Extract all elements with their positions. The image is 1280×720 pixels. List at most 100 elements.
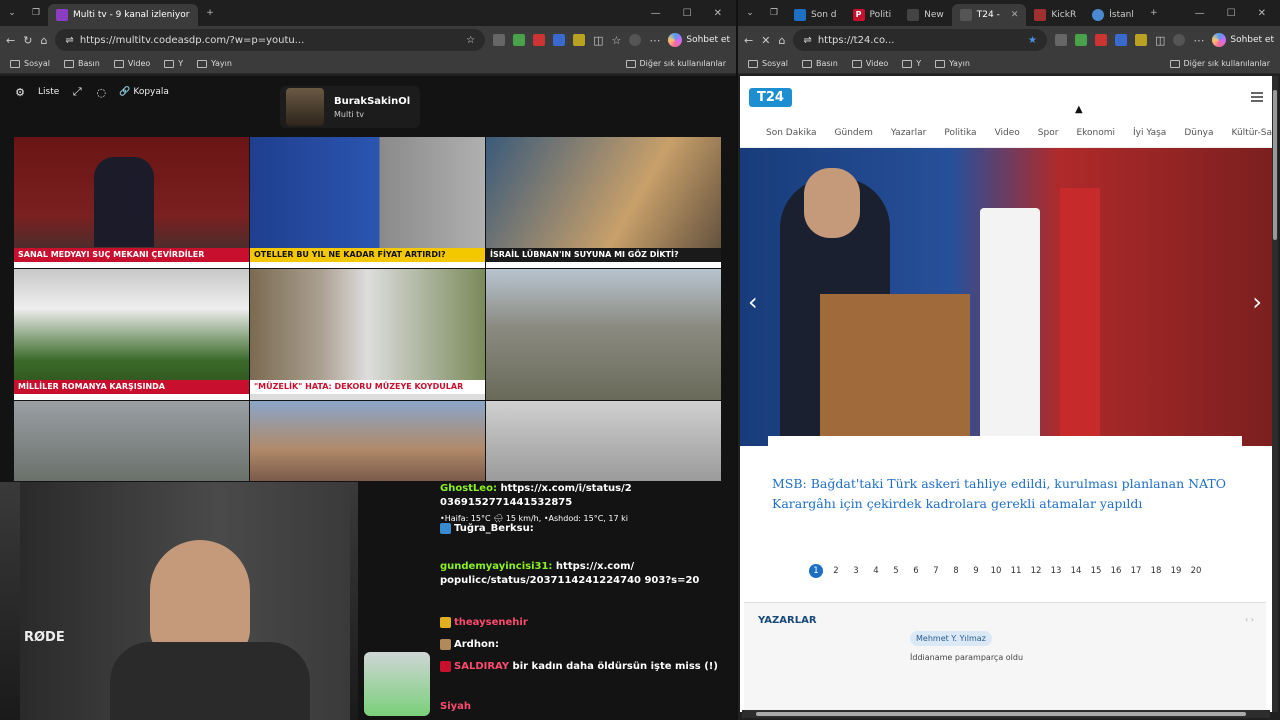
author-article[interactable]: İddianame paramparça oldu [910,653,1023,662]
workspaces-icon[interactable]: ❐ [24,8,48,18]
authors-carousel-arrows-icon[interactable]: ‹ › [1245,615,1254,624]
copy-button[interactable]: 🔗 Kopyala [119,87,169,97]
channel-card[interactable]: BurakSakinOl Multi tv [280,86,420,128]
nav-item[interactable]: Gündem [835,128,873,138]
fullscreen-icon[interactable]: ⤢ [71,85,83,98]
bookmark-folder[interactable]: Sosyal [10,59,50,68]
page-dot[interactable]: 3 [846,564,866,578]
page-dot[interactable]: 7 [926,564,946,578]
window-close-icon[interactable]: ✕ [714,8,722,19]
tab-kick[interactable]: KickR [1026,4,1084,26]
extension-icon[interactable] [1054,34,1067,46]
video-tile[interactable]: MİLLİLER ROMANYA KARŞISINDA [14,269,249,400]
back-icon[interactable]: ← [6,34,15,47]
extension-icon[interactable] [533,34,546,46]
favorites-icon[interactable]: ☆ [611,34,621,47]
maximize-icon[interactable]: ☐ [683,8,692,19]
close-tab-icon[interactable]: ✕ [1011,10,1019,20]
extension-icon[interactable] [1134,34,1147,46]
split-screen-icon[interactable]: ◫ [593,34,603,47]
scrollbar-thumb[interactable] [756,712,1246,716]
profile-avatar[interactable] [1173,34,1186,46]
minimize-icon[interactable]: — [651,8,661,19]
window-close-icon[interactable]: ✕ [1258,8,1266,19]
extension-icon[interactable] [1094,34,1107,46]
bookmark-folder[interactable]: Video [113,59,150,68]
bookmark-folder[interactable]: Basın [802,59,838,68]
tab-son-dakika[interactable]: Son d [786,4,845,26]
hamburger-menu-icon[interactable] [1251,92,1263,102]
extension-icon[interactable] [553,34,566,46]
video-tile[interactable]: OTELLER BU YIL NE KADAR FİYAT ARTIRDI? [250,137,485,268]
tab-politika[interactable]: P Politi [845,4,900,26]
nav-item[interactable]: Dünya [1184,128,1213,138]
nav-item[interactable]: Kültür-Sanat [1232,128,1272,138]
site-logo[interactable]: T24 [749,87,792,107]
video-tile[interactable] [250,401,485,481]
page-dot[interactable]: 14 [1066,564,1086,578]
nav-item[interactable]: Spor [1038,128,1059,138]
page-dot[interactable]: 1 [809,564,823,578]
copilot-chat-button[interactable]: Sohbet et [1212,33,1274,47]
page-dot[interactable]: 10 [986,564,1006,578]
site-info-icon[interactable]: ⇌ [803,35,811,46]
page-dot[interactable]: 20 [1186,564,1206,578]
other-favorites[interactable]: Diğer sık kullanılanlar [1169,59,1270,68]
vertical-scrollbar[interactable] [1272,76,1278,712]
minimize-icon[interactable]: — [1195,8,1205,19]
carousel-next-icon[interactable]: › [1252,288,1262,316]
nav-item[interactable]: Ekonomi [1076,128,1115,138]
new-tab-icon[interactable]: + [198,8,222,18]
bookmark-folder[interactable]: Yayın [935,59,970,68]
page-dot[interactable]: 12 [1026,564,1046,578]
nav-item[interactable]: Video [995,128,1020,138]
page-dot[interactable]: 13 [1046,564,1066,578]
workspaces-icon[interactable]: ❐ [762,8,786,18]
page-dot[interactable]: 17 [1126,564,1146,578]
bookmark-folder[interactable]: Y [164,59,183,68]
video-tile[interactable]: SANAL MEDYAYI SUÇ MEKANI ÇEVİRDİLER [14,137,249,268]
reload-icon[interactable]: ↻ [23,34,32,47]
extension-icon[interactable] [513,34,526,46]
settings-icon[interactable]: ⚙ [14,86,26,99]
page-dot[interactable]: 16 [1106,564,1126,578]
hero-image[interactable]: ‹ › [740,148,1272,446]
profile-avatar[interactable] [629,34,642,46]
page-dot[interactable]: 19 [1166,564,1186,578]
page-dot[interactable]: 4 [866,564,886,578]
home-icon[interactable]: ⌂ [778,34,785,47]
other-favorites[interactable]: Diğer sık kullanılanlar [625,59,726,68]
nav-item[interactable]: İyi Yaşa [1133,128,1166,138]
tab-menu-icon[interactable]: ⌄ [0,8,24,18]
new-tab-icon[interactable]: + [1142,8,1166,18]
page-dot[interactable]: 9 [966,564,986,578]
extension-icon[interactable] [1114,34,1127,46]
bookmark-folder[interactable]: Sosyal [748,59,788,68]
home-icon[interactable]: ⌂ [40,34,47,47]
nav-item[interactable]: Yazarlar [891,128,926,138]
nav-item[interactable]: Son Dakika [766,128,817,138]
tab-multitv[interactable]: Multi tv - 9 kanal izleniyor ✕ [48,4,198,26]
page-dot[interactable]: 2 [826,564,846,578]
carousel-prev-icon[interactable]: ‹ [748,288,758,316]
stop-icon[interactable]: ✕ [761,34,770,47]
bookmark-folder[interactable]: Yayın [197,59,232,68]
horizontal-scrollbar[interactable] [742,710,1270,718]
video-tile[interactable] [486,401,721,481]
tab-istanbul[interactable]: İstanl [1084,4,1142,26]
site-info-icon[interactable]: ⇌ [65,35,73,46]
page-dot[interactable]: 8 [946,564,966,578]
more-icon[interactable]: ⋯ [649,34,660,47]
page-dot[interactable]: 18 [1146,564,1166,578]
video-tile[interactable]: İSRAİL LÜBNAN'IN SUYUNA MI GÖZ DİKTİ? [486,137,721,268]
author-name[interactable]: Mehmet Y. Yılmaz [910,631,992,646]
page-dot[interactable]: 6 [906,564,926,578]
bookmark-folder[interactable]: Video [851,59,888,68]
extension-icon[interactable] [1074,34,1087,46]
bookmark-folder[interactable]: Basın [64,59,100,68]
favorite-star-icon[interactable]: ★ [1028,35,1037,46]
back-icon[interactable]: ← [744,34,753,47]
address-bar[interactable]: ⇌ https://t24.co... ★ [793,29,1047,51]
page-dot[interactable]: 15 [1086,564,1106,578]
page-dot[interactable]: 11 [1006,564,1026,578]
